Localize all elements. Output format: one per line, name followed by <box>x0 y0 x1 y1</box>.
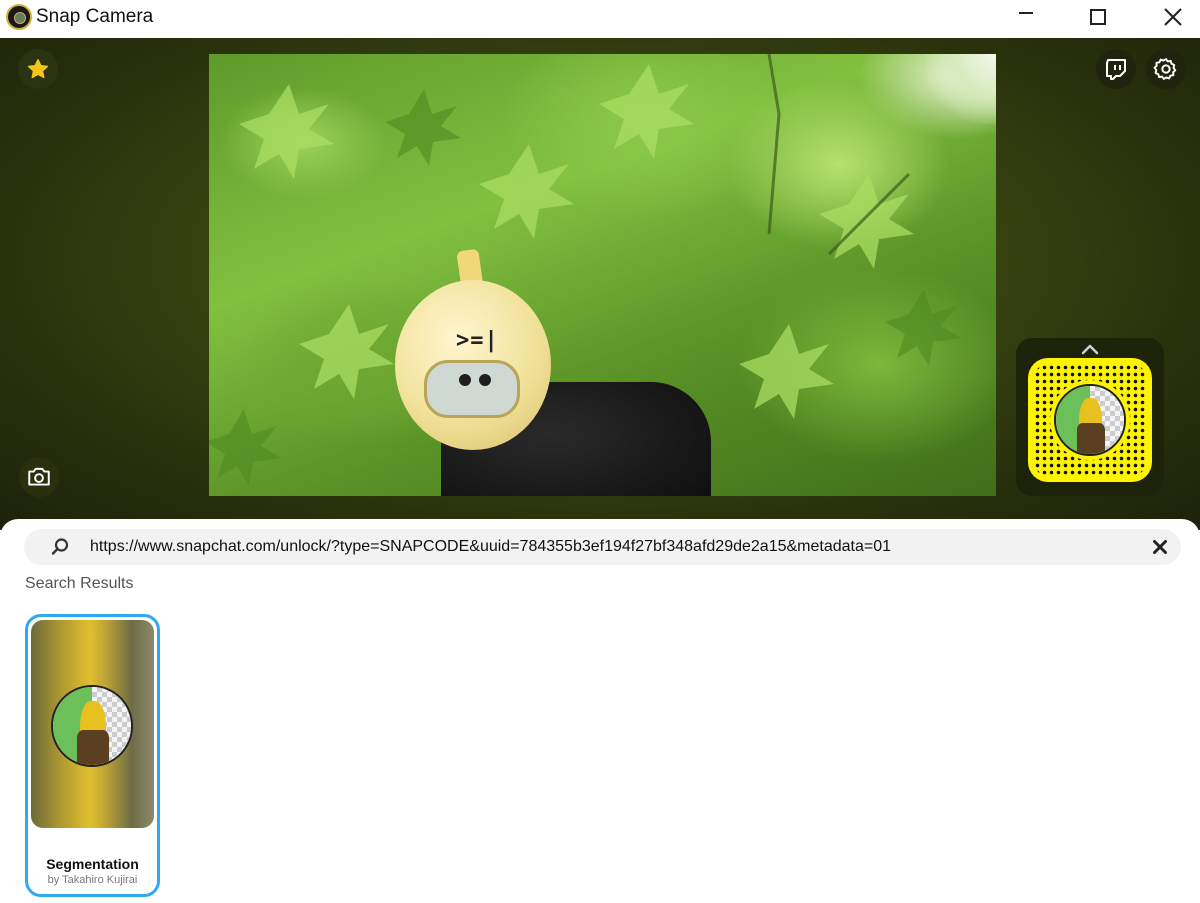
title-bar: Snap Camera <box>0 0 1200 38</box>
minimize-icon <box>1019 12 1033 14</box>
snap-camera-logo-icon <box>6 4 32 30</box>
search-bar[interactable] <box>24 529 1181 565</box>
search-icon <box>51 538 69 555</box>
twitch-button[interactable] <box>1096 49 1136 89</box>
camera-icon <box>28 467 50 486</box>
lens-thumbnail <box>31 620 154 828</box>
camera-area: >=| <box>0 38 1200 530</box>
sky-highlight <box>926 54 996 124</box>
snapshot-button[interactable] <box>19 457 59 497</box>
close-window-button[interactable] <box>1150 0 1196 34</box>
figure-eye-right <box>479 374 491 386</box>
maximize-button[interactable] <box>1075 0 1121 34</box>
segmentation-lens-icon <box>51 685 133 767</box>
settings-button[interactable] <box>1146 49 1186 89</box>
window-title: Snap Camera <box>36 6 154 27</box>
segmentation-lens-icon <box>1054 384 1126 456</box>
minimize-button[interactable] <box>1003 0 1049 34</box>
favorites-button[interactable] <box>18 49 58 89</box>
figure-eye-left <box>459 374 471 386</box>
lens-result-card[interactable]: Segmentation by Takahiro Kujirai <box>25 614 160 897</box>
results-heading: Search Results <box>25 575 134 592</box>
lens-name: Segmentation <box>46 856 139 872</box>
camera-preview: >=| <box>209 54 996 496</box>
figure-eyes <box>424 360 520 418</box>
lens-author: by Takahiro Kujirai <box>47 874 138 886</box>
lens-browser-panel: Search Results Segmentation by Takahiro … <box>0 519 1200 903</box>
clear-search-button[interactable] <box>1150 537 1170 557</box>
close-icon <box>1164 8 1182 26</box>
close-icon <box>1153 540 1167 554</box>
twitch-icon <box>1106 59 1126 80</box>
snapcode[interactable] <box>1028 358 1152 482</box>
chevron-up-icon <box>1081 344 1099 355</box>
star-icon <box>27 58 49 79</box>
gear-icon <box>1153 58 1177 80</box>
maximize-icon <box>1090 9 1106 25</box>
search-input[interactable] <box>90 529 1130 565</box>
figure-face-text: >=| <box>456 328 499 353</box>
expand-lens-button[interactable] <box>1081 340 1099 358</box>
